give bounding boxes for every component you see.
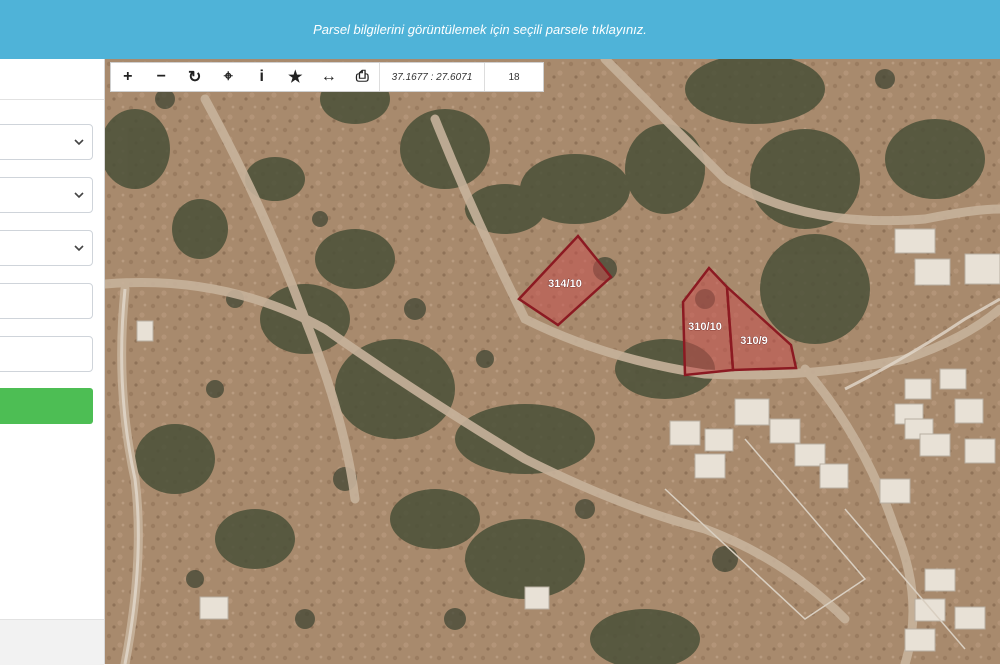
locate-icon: ⌖ bbox=[223, 68, 233, 85]
sidebar-footer bbox=[0, 619, 104, 665]
query-sidebar bbox=[0, 59, 105, 665]
refresh-button[interactable]: ↻ bbox=[178, 63, 212, 91]
zoom-in-icon: + bbox=[123, 68, 133, 85]
info-banner: Parsel bilgilerini görüntülemek için seç… bbox=[0, 0, 1000, 59]
locate-button[interactable]: ⌖ bbox=[212, 63, 246, 91]
block-input[interactable] bbox=[0, 283, 93, 319]
parcel-label: 310/9 bbox=[740, 335, 768, 347]
favorite-button[interactable]: ★ bbox=[279, 63, 313, 91]
chevron-down-icon bbox=[74, 245, 84, 252]
satellite-imagery: 314/10 310/10 310/9 bbox=[105, 59, 1000, 664]
star-icon: ★ bbox=[288, 69, 303, 86]
map-toolbar: + − ↻ ⌖ i ★ ↔ ⎙ 37.1677 : 27.6071 18 bbox=[110, 62, 544, 92]
neighborhood-select[interactable] bbox=[0, 230, 93, 266]
zoom-out-icon: − bbox=[156, 68, 166, 85]
measure-button[interactable]: ↔ bbox=[312, 63, 346, 91]
parcel-label: 310/10 bbox=[688, 321, 722, 333]
zoom-level: 18 bbox=[484, 63, 543, 91]
coordinate-readout: 37.1677 : 27.6071 bbox=[379, 63, 484, 91]
chevron-down-icon bbox=[74, 139, 84, 146]
chevron-down-icon bbox=[74, 192, 84, 199]
banner-text: Parsel bilgilerini görüntülemek için seç… bbox=[313, 22, 647, 37]
satellite-map[interactable]: 314/10 310/10 310/9 bbox=[105, 59, 1000, 664]
province-select[interactable] bbox=[0, 124, 93, 160]
sidebar-header bbox=[0, 59, 104, 100]
district-select[interactable] bbox=[0, 177, 93, 213]
info-icon: i bbox=[259, 68, 264, 85]
parcel-input[interactable] bbox=[0, 336, 93, 372]
query-button[interactable] bbox=[0, 388, 93, 424]
print-icon: ⎙ bbox=[355, 68, 369, 85]
parcel-label: 314/10 bbox=[548, 278, 582, 290]
zoom-in-button[interactable]: + bbox=[111, 63, 145, 91]
zoom-out-button[interactable]: − bbox=[145, 63, 179, 91]
refresh-icon: ↻ bbox=[188, 69, 202, 86]
measure-icon: ↔ bbox=[320, 68, 337, 85]
print-button[interactable]: ⎙ bbox=[346, 63, 380, 91]
info-button[interactable]: i bbox=[245, 63, 279, 91]
